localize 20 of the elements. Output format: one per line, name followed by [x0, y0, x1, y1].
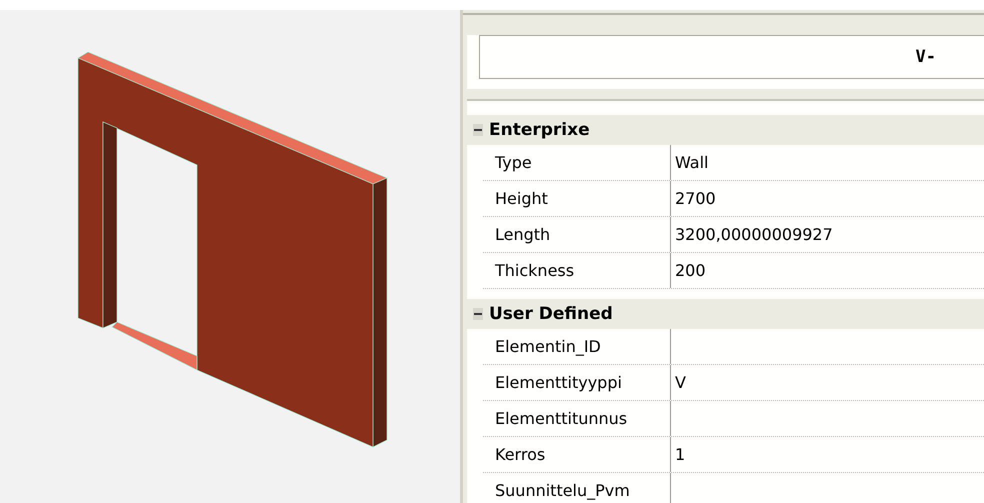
property-name: Height	[495, 189, 548, 208]
property-name: Length	[495, 225, 550, 244]
property-value[interactable]: 3200,00000009927	[675, 225, 833, 244]
property-name: Elementin_ID	[495, 337, 601, 356]
name-field[interactable]: V-	[479, 35, 984, 79]
property-value[interactable]: 2700	[675, 189, 716, 208]
property-name: Kerros	[495, 445, 546, 464]
category-title: Enterprixe	[489, 120, 590, 140]
property-value[interactable]: Wall	[675, 153, 708, 172]
property-value[interactable]: 1	[675, 445, 686, 464]
collapse-icon[interactable]	[473, 308, 483, 320]
category-title: User Defined	[489, 304, 613, 324]
property-name: Suunnittelu_Pvm	[495, 481, 630, 500]
property-name: Elementtitunnus	[495, 409, 628, 428]
property-name: Elementtityyppi	[495, 373, 622, 392]
property-value[interactable]: 200	[675, 261, 706, 280]
property-name: Type	[495, 153, 532, 172]
property-name: Thickness	[495, 261, 574, 280]
collapse-icon[interactable]	[473, 124, 483, 136]
property-value[interactable]: V	[675, 373, 686, 392]
